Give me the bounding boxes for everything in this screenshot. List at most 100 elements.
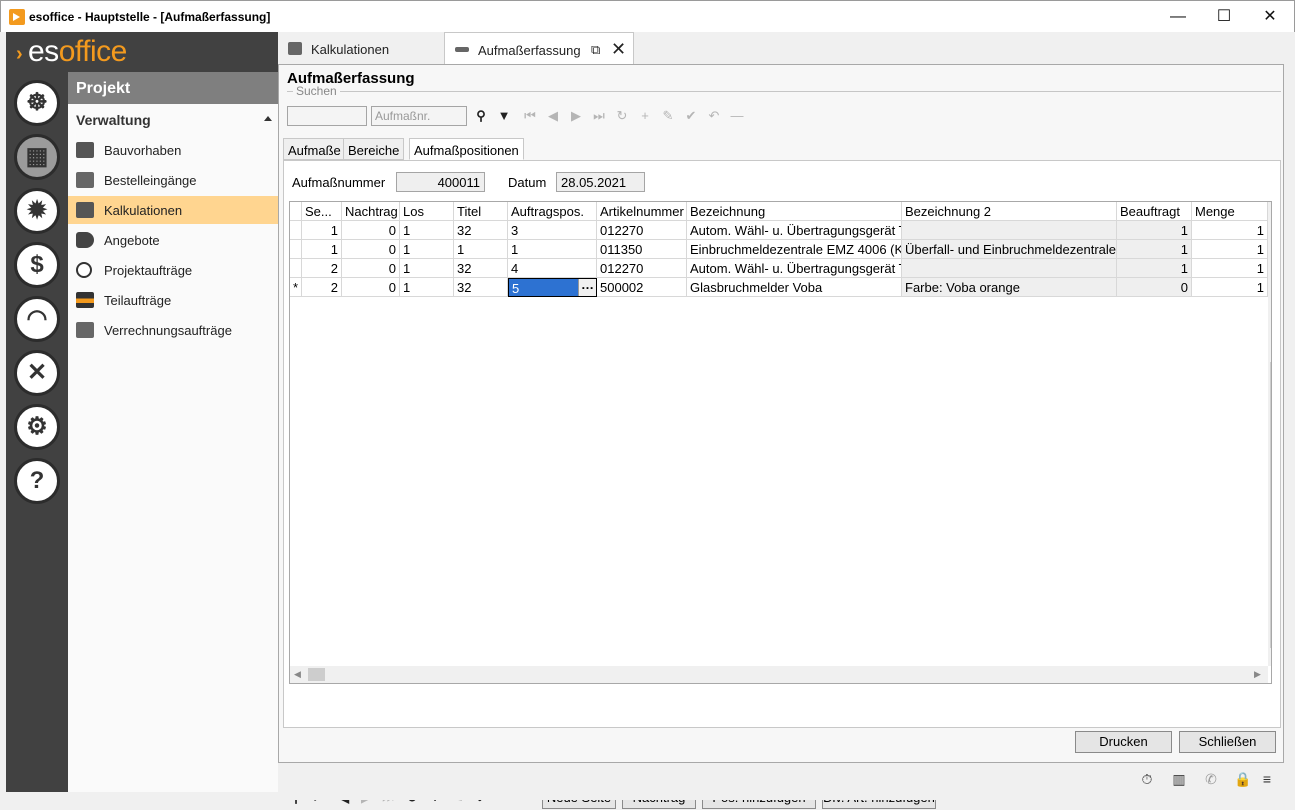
external-link-icon[interactable]: ⧉ [591, 42, 600, 58]
table-row[interactable]: 1 0 1 1 1 011350 Einbruchmeldezentrale E… [290, 240, 1270, 259]
cell-beauftragt[interactable]: 1 [1117, 240, 1192, 259]
col-header-menge[interactable]: Menge [1192, 202, 1268, 221]
aufmassnummer-field[interactable]: 400011 [396, 172, 485, 192]
stopwatch-icon[interactable]: ⏱ [1138, 771, 1156, 789]
table-row[interactable]: * 2 0 1 32 5… 500002 Glasbruchmelder Vob… [290, 278, 1270, 297]
cell-beauftragt[interactable]: 1 [1117, 221, 1192, 240]
alarm-light-icon[interactable]: ✹ [14, 188, 60, 234]
horizontal-scroll-thumb[interactable] [308, 668, 325, 681]
col-header-bezeichnung[interactable]: Bezeichnung [687, 202, 902, 221]
next-record-icon[interactable]: ▶ [568, 108, 584, 124]
cell-beauftragt[interactable]: 1 [1117, 259, 1192, 278]
cell-titel[interactable]: 32 [454, 259, 508, 278]
group-title[interactable]: Verwaltung [76, 112, 151, 128]
vertical-scrollbar[interactable]: ▲ ▼ [1268, 202, 1271, 666]
cell-los[interactable]: 1 [400, 259, 454, 278]
cell-se[interactable]: 1 [302, 221, 342, 240]
cell-bezeichnung2[interactable] [902, 259, 1117, 278]
horizontal-scrollbar[interactable]: ◀ ▶ [290, 666, 1268, 683]
refresh-icon[interactable]: ↻ [614, 108, 630, 124]
col-header-nachtrag[interactable]: Nachtrag [342, 202, 400, 221]
helm-icon[interactable]: ☸ [14, 80, 60, 126]
cell-los[interactable]: 1 [400, 221, 454, 240]
cell-auftragspos[interactable]: 3 [508, 221, 597, 240]
col-header-auftragspos[interactable]: Auftragspos. [508, 202, 597, 221]
tab-aufmasserfassung[interactable]: Aufmaßerfassung ⧉ ✕ [444, 32, 634, 64]
cell-bezeichnung2[interactable]: Überfall- und Einbruchmeldezentrale [902, 240, 1117, 259]
previous-record-icon[interactable]: ◀ [545, 108, 561, 124]
cell-bezeichnung2[interactable]: Farbe: Voba orange [902, 278, 1117, 297]
sidebar-item-bauvorhaben[interactable]: Bauvorhaben [68, 136, 278, 164]
cell-artikelnummer[interactable]: 012270 [597, 221, 687, 240]
save-check-icon[interactable]: ✔ [683, 108, 699, 124]
cell-nachtrag[interactable]: 0 [342, 221, 400, 240]
edit-icon[interactable]: ✎ [660, 108, 676, 124]
cell-titel[interactable]: 32 [454, 278, 508, 297]
undo-icon[interactable]: ↶ [706, 108, 722, 124]
scroll-right-icon[interactable]: ▶ [1254, 669, 1261, 680]
col-header-titel[interactable]: Titel [454, 202, 508, 221]
drucken-button[interactable]: Drucken [1075, 731, 1172, 753]
col-header-los[interactable]: Los [400, 202, 454, 221]
col-header-bezeichnung2[interactable]: Bezeichnung 2 [902, 202, 1117, 221]
maximize-button[interactable]: ☐ [1201, 1, 1247, 33]
schliessen-button[interactable]: Schließen [1179, 731, 1276, 753]
col-header-artikelnummer[interactable]: Artikelnummer [597, 202, 687, 221]
col-header-se[interactable]: Se... [302, 202, 342, 221]
cell-se[interactable]: 2 [302, 278, 342, 297]
table-row[interactable]: 1 0 1 32 3 012270 Autom. Wähl- u. Übertr… [290, 221, 1270, 240]
cell-artikelnummer[interactable]: 011350 [597, 240, 687, 259]
delete-icon[interactable]: — [729, 108, 745, 124]
col-header-beauftragt[interactable]: Beauftragt [1117, 202, 1192, 221]
sidebar-item-projektauftraege[interactable]: Projektaufträge [68, 256, 278, 284]
cell-nachtrag[interactable]: 0 [342, 240, 400, 259]
tab-aufmasspositionen[interactable]: Aufmaßpositionen [409, 138, 524, 160]
filter-icon[interactable]: ▼ [496, 108, 512, 124]
vertical-scroll-thumb[interactable] [1270, 362, 1271, 648]
cell-artikelnummer[interactable]: 500002 [597, 278, 687, 297]
cell-titel[interactable]: 1 [454, 240, 508, 259]
datum-field[interactable]: 28.05.2021 [556, 172, 645, 192]
phone-icon[interactable]: ✆ [1202, 771, 1220, 789]
cell-nachtrag[interactable]: 0 [342, 259, 400, 278]
help-icon[interactable]: ? [14, 458, 60, 504]
cell-menge[interactable]: 1 [1192, 259, 1268, 278]
search-input[interactable] [287, 106, 367, 126]
cell-auftragspos[interactable]: 4 [508, 259, 597, 278]
chevron-up-icon[interactable] [264, 116, 272, 121]
cash-icon[interactable]: $ [14, 242, 60, 288]
cell-menge[interactable]: 1 [1192, 278, 1268, 297]
gears-icon[interactable]: ⚙ [14, 404, 60, 450]
positions-grid[interactable]: Se... Nachtrag Los Titel Auftragspos. Ar… [289, 201, 1272, 684]
cell-titel[interactable]: 32 [454, 221, 508, 240]
cell-auftragspos[interactable]: 1 [508, 240, 597, 259]
close-window-button[interactable]: ✕ [1247, 1, 1293, 33]
tools-icon[interactable]: ✕ [14, 350, 60, 396]
auftragspos-edit-value[interactable]: 5 [512, 281, 519, 296]
headset-icon[interactable]: ◠ [14, 296, 60, 342]
close-icon[interactable]: ✕ [611, 39, 626, 60]
cell-bezeichnung[interactable]: Autom. Wähl- u. Übertragungsgerät T [687, 221, 902, 240]
cell-los[interactable]: 1 [400, 278, 454, 297]
cell-bezeichnung[interactable]: Glasbruchmelder Voba [687, 278, 902, 297]
cell-menge[interactable]: 1 [1192, 240, 1268, 259]
table-row[interactable]: 2 0 1 32 4 012270 Autom. Wähl- u. Übertr… [290, 259, 1270, 278]
tab-kalkulationen[interactable]: Kalkulationen [278, 32, 444, 64]
cell-beauftragt[interactable]: 0 [1117, 278, 1192, 297]
sidebar-item-kalkulationen[interactable]: Kalkulationen [68, 196, 278, 224]
sidebar-item-teilauftraege[interactable]: Teilaufträge [68, 286, 278, 314]
cell-los[interactable]: 1 [400, 240, 454, 259]
cell-bezeichnung2[interactable] [902, 221, 1117, 240]
ellipsis-button[interactable]: … [578, 279, 596, 296]
tab-aufmasse[interactable]: Aufmaße [283, 138, 346, 160]
building-icon[interactable]: ▥ [1170, 771, 1188, 789]
cell-se[interactable]: 1 [302, 240, 342, 259]
aufmassnr-search-input[interactable]: Aufmaßnr. [371, 106, 467, 126]
add-icon[interactable]: + [637, 108, 653, 124]
cell-nachtrag[interactable]: 0 [342, 278, 400, 297]
cell-auftragspos-editing[interactable]: 5… [508, 278, 597, 297]
cell-bezeichnung[interactable]: Autom. Wähl- u. Übertragungsgerät T [687, 259, 902, 278]
last-record-icon[interactable]: ⏭ [591, 108, 607, 124]
cell-menge[interactable]: 1 [1192, 221, 1268, 240]
scroll-left-icon[interactable]: ◀ [294, 669, 301, 680]
